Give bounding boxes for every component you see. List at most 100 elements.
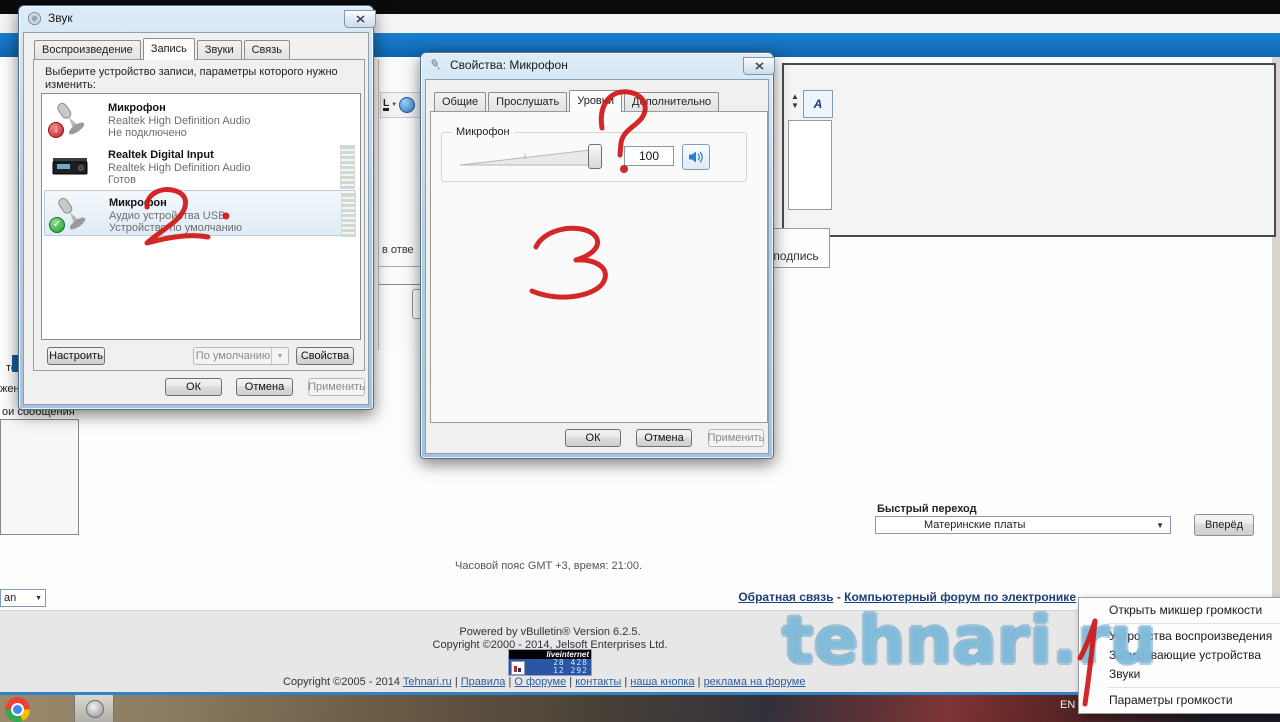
close-button[interactable]: [344, 10, 376, 28]
device-name: Микрофон: [108, 102, 166, 114]
mic-properties-dialog: Свойства: Микрофон Общие Прослушать Уров…: [420, 52, 775, 459]
chrome-icon[interactable]: [5, 697, 30, 722]
footer-link-ads[interactable]: реклама на форуме: [704, 676, 806, 688]
menu-item-open-mixer[interactable]: Открыть микшер громкости: [1079, 601, 1280, 620]
configure-button[interactable]: Настроить: [47, 347, 105, 365]
tab-communication[interactable]: Связь: [243, 40, 291, 59]
cancel-label: Отмена: [644, 432, 684, 444]
tab-playback[interactable]: Воспроизведение: [34, 40, 141, 59]
menu-item-playback-devices[interactable]: Устройства воспроизведения: [1079, 627, 1280, 646]
mute-button[interactable]: [682, 144, 710, 170]
forum-link[interactable]: Компьютерный форум по электронике: [844, 590, 1076, 604]
language-dropdown[interactable]: an ▼: [0, 589, 46, 607]
liveinternet-badge[interactable]: liveinternet 28 428 12 292: [508, 649, 592, 676]
post-text-fragment: в отве: [382, 244, 414, 256]
apply-button[interactable]: Применить: [308, 378, 365, 396]
disconnected-badge-icon: ↓: [48, 122, 64, 138]
tab-recording[interactable]: Запись: [142, 38, 195, 60]
quick-nav-label: Быстрый переход: [877, 503, 977, 515]
signature-label: подпись: [773, 249, 819, 263]
separator: |: [454, 676, 458, 688]
tab-listen[interactable]: Прослушать: [488, 92, 568, 111]
device-status: Не подключено: [108, 127, 187, 139]
link-dash: -: [836, 590, 841, 604]
chart-icon: [511, 661, 525, 675]
apply-label: Применить: [707, 432, 765, 444]
tab-sounds[interactable]: Звуки: [196, 40, 242, 59]
device-row-digital-input[interactable]: Realtek Digital Input Realtek High Defin…: [44, 143, 356, 189]
cancel-button[interactable]: Отмена: [636, 429, 692, 447]
ok-button[interactable]: ОК: [565, 429, 621, 447]
feedback-link[interactable]: Обратная связь: [738, 590, 833, 604]
font-color-icon[interactable]: A: [803, 90, 833, 118]
level-slider-track[interactable]: [460, 146, 598, 172]
microphone-group: Микрофон: [441, 126, 747, 182]
footer-link-contacts[interactable]: контакты: [575, 676, 621, 688]
separator: |: [624, 676, 628, 688]
sound-dialog-body: Воспроизведение Запись Звуки Связь Выбер…: [23, 32, 369, 405]
default-device-badge-icon: ✓: [49, 217, 65, 233]
close-button[interactable]: [743, 57, 775, 75]
cancel-button[interactable]: Отмена: [236, 378, 293, 396]
tab-advanced[interactable]: Дополнительно: [624, 92, 720, 111]
left-text-fragment: жен: [0, 383, 20, 395]
forward-button-label: Вперёд: [1204, 519, 1244, 531]
footer-copyright-row: Copyright ©2005 - 2014 Tehnari.ru | Прав…: [283, 676, 903, 688]
chevron-down-icon[interactable]: ▼: [271, 348, 288, 364]
menu-item-volume-options[interactable]: Параметры громкости: [1079, 691, 1280, 710]
menu-item-recording-devices[interactable]: Записывающие устройства: [1079, 646, 1280, 665]
close-icon: [355, 15, 365, 23]
separator: |: [508, 676, 512, 688]
device-row-mic-realtek[interactable]: ↓ Микрофон Realtek High Definition Audio…: [44, 96, 356, 142]
tab-general[interactable]: Общие: [434, 92, 487, 111]
apply-button[interactable]: Применить: [708, 429, 764, 447]
editor-list-box: [788, 120, 832, 210]
site-copyright-text: Copyright ©2005 - 2014: [283, 676, 400, 688]
footer-link-rules[interactable]: Правила: [461, 676, 506, 688]
separator: |: [569, 676, 573, 688]
mic-properties-tabs: Общие Прослушать Уровни Дополнительно: [434, 90, 721, 112]
apply-label: Применить: [308, 381, 365, 393]
footer-link-tehnari[interactable]: Tehnari.ru: [403, 676, 452, 688]
device-description: Realtek High Definition Audio: [108, 115, 251, 127]
mic-properties-body: Общие Прослушать Уровни Дополнительно Ми…: [425, 79, 769, 454]
tray-language-indicator[interactable]: EN: [1060, 699, 1075, 711]
menu-item-sounds[interactable]: Звуки: [1079, 665, 1280, 684]
microphone-group-label: Микрофон: [452, 126, 514, 138]
microphone-icon: [431, 58, 440, 70]
quick-nav-value: Материнские платы: [924, 519, 1026, 531]
device-status: Готов: [108, 174, 136, 186]
mic-properties-titlebar[interactable]: Свойства: Микрофон: [421, 53, 775, 77]
ok-button[interactable]: ОК: [165, 378, 222, 396]
instruction-line1: Выберите устройство записи, параметры ко…: [45, 66, 338, 78]
levels-tab-page: Микрофон: [430, 111, 768, 423]
footer-link-about[interactable]: О форуме: [514, 676, 566, 688]
chevron-down-icon: ▼: [391, 102, 398, 108]
device-list: ↓ Микрофон Realtek High Definition Audio…: [41, 93, 361, 340]
device-status: Устройство по умолчанию: [109, 222, 243, 234]
set-default-button[interactable]: По умолчанию ▼: [193, 347, 289, 365]
device-properties-button[interactable]: Свойства: [296, 347, 354, 365]
instruction-line2: изменить:: [45, 79, 96, 91]
sound-dialog-title: Звук: [48, 11, 73, 25]
recording-tab-page: Выберите устройство записи, параметры ко…: [33, 59, 365, 371]
footer-link-button[interactable]: наша кнопка: [630, 676, 694, 688]
forward-button[interactable]: Вперёд: [1194, 514, 1254, 536]
level-value-input[interactable]: [624, 146, 674, 166]
font-color-button[interactable]: L: [383, 99, 390, 111]
speaker-shortcut-icon[interactable]: [74, 695, 114, 722]
separator: |: [697, 676, 701, 688]
device-row-mic-usb[interactable]: ✓ Микрофон Аудио устройства USB Устройст…: [44, 190, 356, 237]
menu-separator: [1107, 687, 1280, 688]
sort-arrows-icon[interactable]: ▲ ▼: [790, 92, 800, 116]
level-slider-thumb[interactable]: [588, 144, 602, 169]
volume-context-menu: Открыть микшер громкости Устройства восп…: [1078, 597, 1280, 714]
menu-separator: [1107, 623, 1280, 624]
tab-levels[interactable]: Уровни: [569, 90, 622, 112]
quick-nav-select[interactable]: Материнские платы ▼: [875, 516, 1171, 534]
ok-label: ОК: [186, 381, 201, 393]
insert-link-icon[interactable]: [399, 97, 416, 113]
language-value: an: [4, 592, 17, 604]
sound-dialog-titlebar[interactable]: Звук: [19, 6, 376, 30]
speaker-icon: [27, 11, 42, 25]
